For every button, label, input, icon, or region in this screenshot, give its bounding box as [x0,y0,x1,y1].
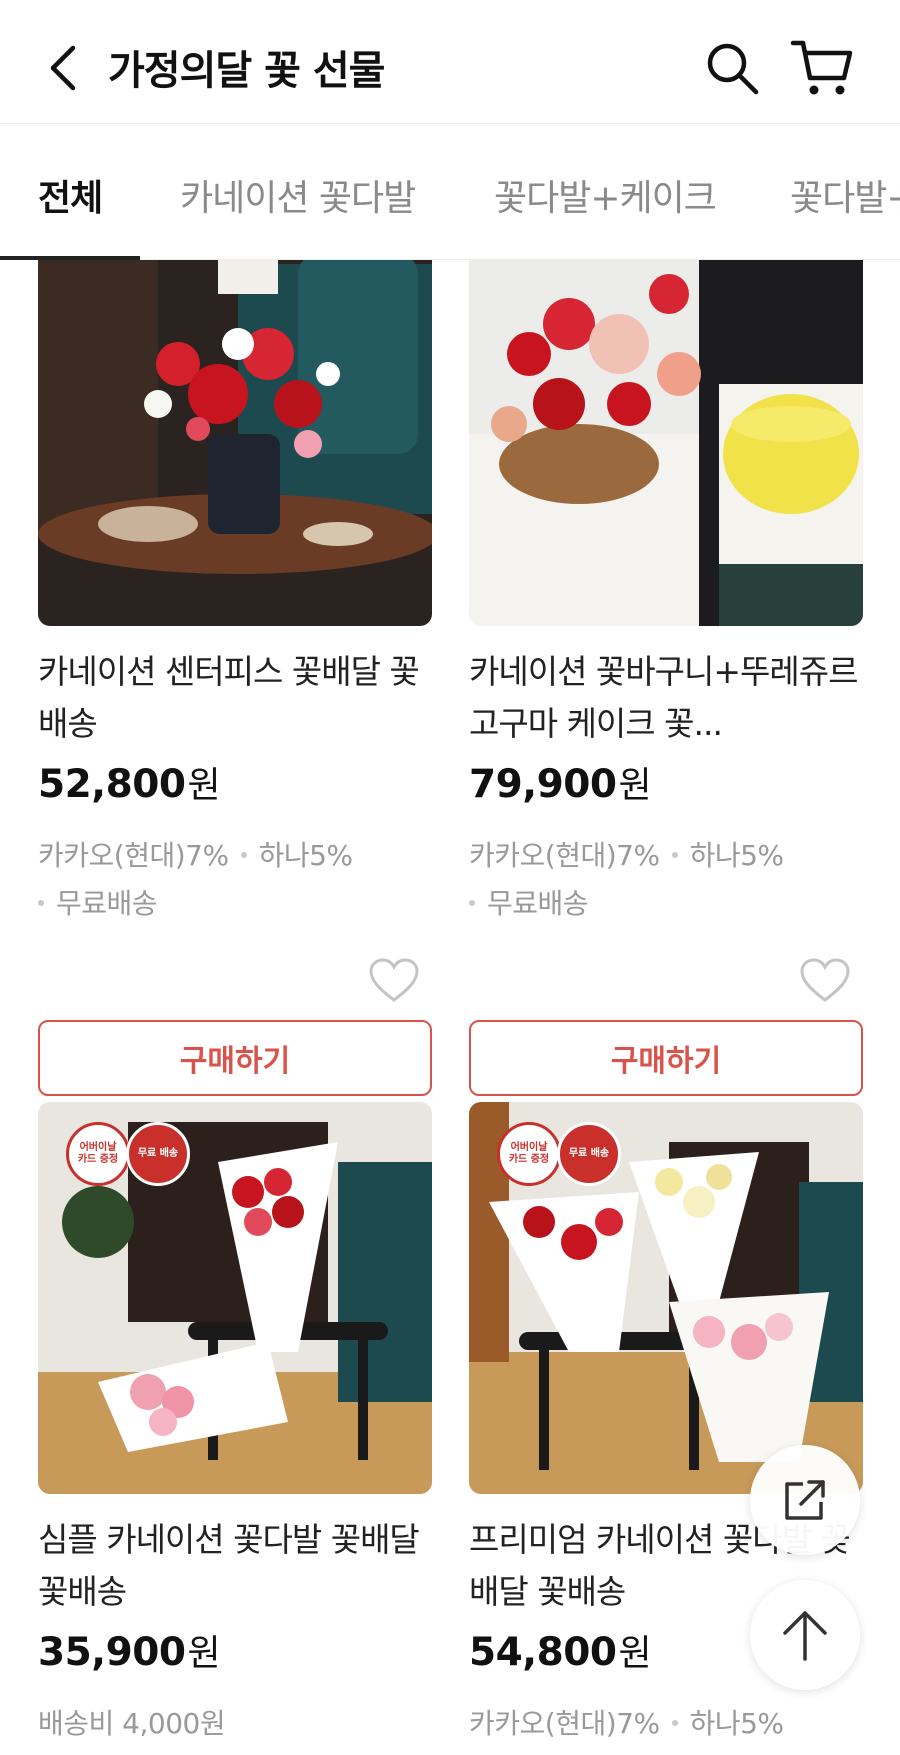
cart-button[interactable] [790,38,854,98]
badge-line: 어버이날 [79,1142,117,1153]
cart-icon [790,40,853,95]
tab-bouquet-cake[interactable]: 꽃다발+케이크 [494,169,717,221]
category-tabs: 전체 카네이션 꽃다발 꽃다발+케이크 꽃다발+ [0,124,900,260]
search-button[interactable] [704,40,760,96]
badge-line: 카드 증정 [508,1154,550,1165]
separator-dot [38,900,44,906]
product-name[interactable]: 카네이션 꽃바구니+뚜레쥬르 고구마 케이크 꽃... [469,646,869,750]
price-value: 52,800 [38,762,186,807]
free-shipping-badge: 무료 배송 [126,1122,190,1186]
price-unit: 원 [618,1633,652,1674]
price-value: 54,800 [469,1630,617,1675]
separator-dot [671,1720,678,1726]
separator-dot [469,900,475,906]
gift-card-badge: 어버이날 카드 증정 [66,1122,130,1186]
wishlist-button[interactable] [368,958,420,1004]
card-benefit: 하나5% [258,839,353,872]
separator-dot [240,852,247,858]
back-button[interactable] [40,40,84,96]
share-button[interactable] [750,1445,860,1555]
product-card[interactable]: 어버이날 카드 증정 무료 배송 심플 카네이션 꽃다발 꽃배달 꽃배송 35,… [38,1102,432,1755]
product-name[interactable]: 카네이션 센터피스 꽃배달 꽃배송 [38,646,438,750]
price-value: 35,900 [38,1630,186,1675]
shipping-label: 무료배송 [56,887,158,920]
card-benefit: 하나5% [689,839,784,872]
card-benefit: 카카오(현대)7% [38,839,229,872]
card-benefit: 하나5% [689,1707,784,1740]
scroll-top-button[interactable] [750,1580,860,1690]
product-name[interactable]: 심플 카네이션 꽃다발 꽃배달 꽃배송 [38,1514,438,1618]
arrow-up-icon [783,1611,827,1661]
shipping-label: 무료배송 [487,887,589,920]
share-icon [785,1480,825,1520]
product-image[interactable]: 어버이날 카드 증정 무료 배송 [469,1102,863,1494]
price-value: 79,900 [469,762,617,807]
gift-card-badge: 어버이날 카드 증정 [497,1122,561,1186]
wishlist-button[interactable] [799,958,851,1004]
search-icon [707,43,759,95]
page-title: 가정의달 꽃 선물 [108,48,385,94]
product-image[interactable] [38,260,432,626]
shipping-fee: 배송비 4,000원 [38,1707,226,1740]
product-price: 54,800원 [469,1624,652,1676]
back-arrow-icon [50,45,76,91]
separator-dot [671,852,678,858]
product-image[interactable]: 어버이날 카드 증정 무료 배송 [38,1102,432,1494]
tab-bouquet-more[interactable]: 꽃다발+ [790,169,900,221]
shipping-info: 무료배송 [38,882,158,922]
price-unit: 원 [618,765,652,806]
card-benefits: 카카오(현대)7% 하나5% [469,1702,784,1742]
card-benefit: 카카오(현대)7% [469,1707,660,1740]
card-benefit: 카카오(현대)7% [469,839,660,872]
badge-line: 카드 증정 [77,1154,119,1165]
card-benefits: 카카오(현대)7% 하나5% [469,834,784,874]
product-price: 52,800원 [38,756,221,808]
price-unit: 원 [187,765,221,806]
badge-line: 어버이날 [510,1142,548,1153]
product-card[interactable]: 카네이션 꽃바구니+뚜레쥬르 고구마 케이크 꽃... 79,900원 카카오(… [469,260,863,1096]
shipping-info: 무료배송 [469,882,589,922]
tab-carnation-bouquet[interactable]: 카네이션 꽃다발 [180,169,416,221]
card-benefits: 카카오(현대)7% 하나5% [38,834,353,874]
heart-icon [369,958,419,1002]
buy-button[interactable]: 구매하기 [38,1020,432,1096]
top-app-bar: 가정의달 꽃 선물 [0,0,900,124]
buy-button[interactable]: 구매하기 [469,1020,863,1096]
price-unit: 원 [187,1633,221,1674]
product-image[interactable] [469,260,863,626]
product-price: 79,900원 [469,756,652,808]
free-shipping-badge: 무료 배송 [557,1122,621,1186]
product-card[interactable]: 카네이션 센터피스 꽃배달 꽃배송 52,800원 카카오(현대)7% 하나5% … [38,260,432,1096]
tab-all[interactable]: 전체 [38,169,103,221]
product-price: 35,900원 [38,1624,221,1676]
heart-icon [800,958,850,1002]
